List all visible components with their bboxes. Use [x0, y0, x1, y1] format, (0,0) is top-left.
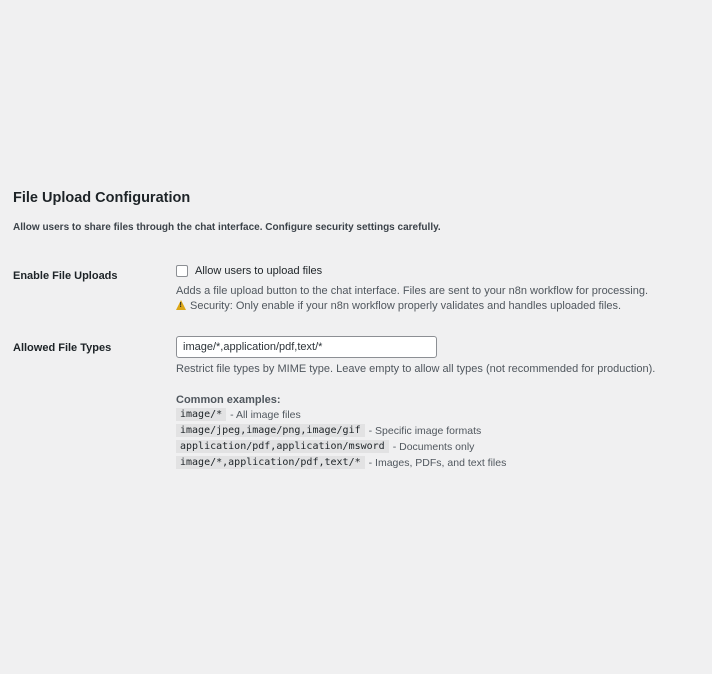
- example-desc: - All image files: [230, 408, 301, 421]
- example-desc: - Documents only: [392, 440, 475, 453]
- enable-uploads-help: Adds a file upload button to the chat in…: [176, 285, 649, 297]
- security-warning-text: Security: Only enable if your n8n workfl…: [190, 300, 622, 312]
- allowed-types-label: Allowed File Types: [13, 342, 112, 354]
- example-code: image/*: [176, 408, 227, 421]
- enable-uploads-checkbox-row[interactable]: Allow users to upload files: [176, 265, 322, 277]
- section-description: Allow users to share files through the c…: [13, 222, 441, 233]
- example-item: image/*,application/pdf,text/* - Images,…: [176, 456, 506, 469]
- example-code: image/jpeg,image/png,image/gif: [176, 424, 365, 437]
- examples-title: Common examples:: [176, 394, 281, 406]
- example-code: application/pdf,application/msword: [176, 440, 389, 453]
- example-item: application/pdf,application/msword - Doc…: [176, 440, 474, 453]
- warning-icon: [176, 300, 186, 310]
- section-title: File Upload Configuration: [13, 190, 191, 206]
- example-desc: - Images, PDFs, and text files: [368, 456, 507, 469]
- security-warning: Security: Only enable if your n8n workfl…: [176, 300, 621, 312]
- allowed-types-input[interactable]: [176, 336, 437, 358]
- example-item: image/jpeg,image/png,image/gif - Specifi…: [176, 424, 481, 437]
- example-desc: - Specific image formats: [368, 424, 482, 437]
- enable-uploads-checkbox[interactable]: [176, 265, 188, 277]
- settings-page: File Upload Configuration Allow users to…: [0, 0, 712, 674]
- allowed-types-help: Restrict file types by MIME type. Leave …: [176, 363, 656, 375]
- enable-uploads-label: Enable File Uploads: [13, 270, 118, 282]
- example-code: image/*,application/pdf,text/*: [176, 456, 365, 469]
- example-item: image/* - All image files: [176, 408, 301, 421]
- enable-uploads-checkbox-label[interactable]: Allow users to upload files: [195, 265, 322, 277]
